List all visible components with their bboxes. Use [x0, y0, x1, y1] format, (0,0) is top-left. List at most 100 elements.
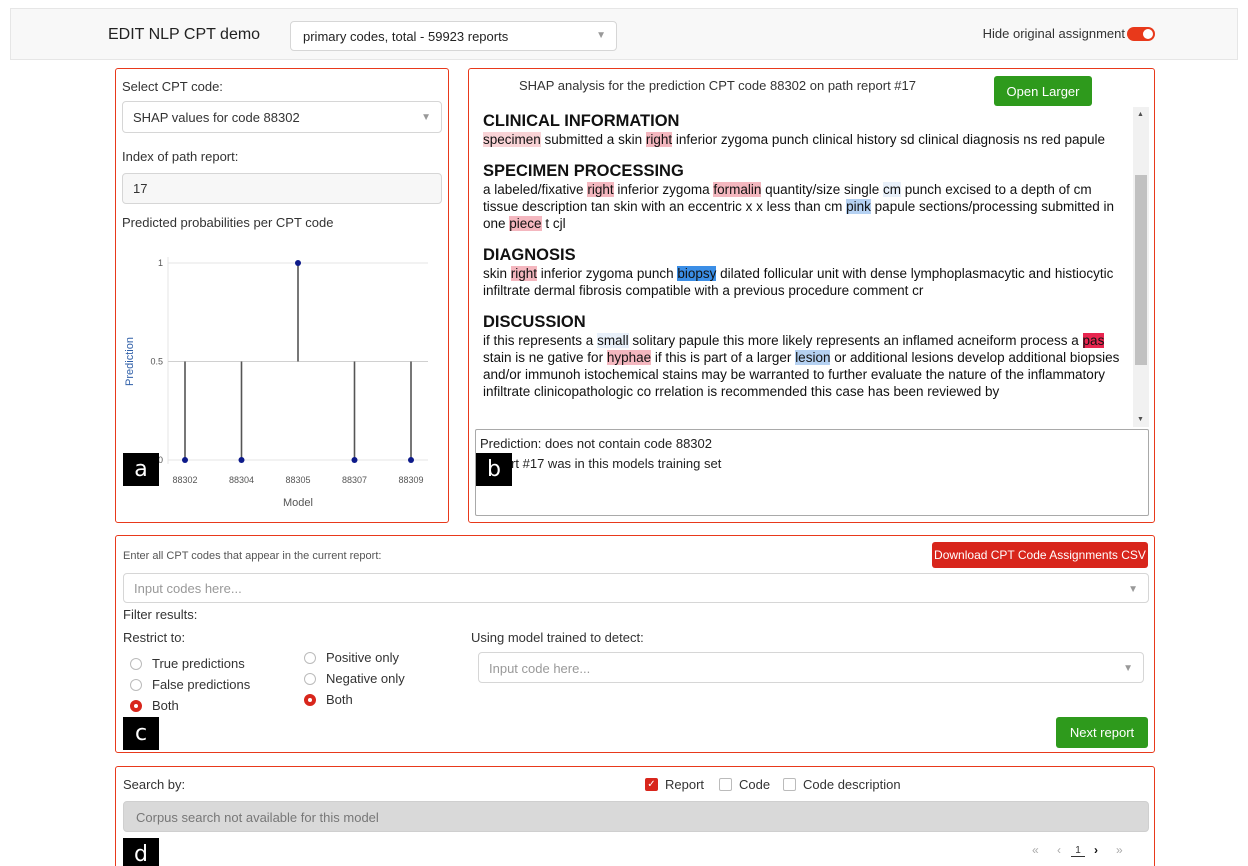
- panel-tag-b: b: [476, 453, 512, 486]
- open-larger-button[interactable]: Open Larger: [994, 76, 1092, 106]
- report-index-label: Index of path report:: [122, 149, 239, 164]
- radio-circle-selected: [130, 699, 142, 712]
- point-88307: [351, 457, 358, 463]
- radio-circle: [130, 678, 142, 691]
- checkbox-label: Report: [665, 777, 705, 792]
- page-number[interactable]: 1: [1071, 845, 1085, 857]
- codes-label: Enter all CPT codes that appear in the c…: [123, 550, 382, 562]
- radio-label: False predictions: [152, 677, 251, 692]
- checkbox-code-description[interactable]: Code description: [783, 777, 901, 792]
- radio-circle: [130, 657, 142, 670]
- section-heading-diagnosis: DIAGNOSIS: [483, 246, 576, 264]
- discussion-text: if this represents a small solitary papu…: [483, 333, 1120, 399]
- point-88305: [295, 260, 301, 266]
- report-text: CLINICAL INFORMATION specimen submitted …: [483, 111, 1128, 423]
- download-csv-button[interactable]: Download CPT Code Assignments CSV: [932, 542, 1148, 568]
- dataset-select[interactable]: primary codes, total - 59923 reports ▼: [290, 21, 617, 51]
- scroll-up-icon[interactable]: ▲: [1137, 111, 1144, 118]
- scroll-thumb[interactable]: [1135, 175, 1147, 365]
- x-tick-label: 88304: [229, 475, 254, 485]
- clinical-text: specimen submitted a skin right inferior…: [483, 132, 1106, 147]
- panel-tag-c: c: [123, 717, 159, 750]
- shap-analysis-panel: SHAP analysis for the prediction CPT cod…: [468, 68, 1155, 523]
- filter-panel: Enter all CPT codes that appear in the c…: [115, 535, 1155, 753]
- radio-negative-only[interactable]: Negative only: [304, 671, 405, 686]
- panel-tag-a: a: [123, 453, 159, 486]
- radio-label: True predictions: [152, 656, 245, 671]
- model-code-input[interactable]: Input code here... ▼: [478, 652, 1144, 683]
- radio-label: Both: [152, 698, 179, 713]
- checkbox-label: Code: [739, 777, 771, 792]
- x-axis-label: Model: [283, 497, 313, 509]
- next-page-icon[interactable]: ›: [1094, 843, 1098, 857]
- chevron-down-icon: ▼: [421, 112, 431, 123]
- processing-text: a labeled/fixative right inferior zygoma…: [483, 182, 1115, 231]
- next-report-button[interactable]: Next report: [1056, 717, 1148, 748]
- model-label: Using model trained to detect:: [471, 630, 644, 645]
- cpt-code-select-value: SHAP values for code 88302: [133, 110, 300, 125]
- model-code-placeholder: Input code here...: [489, 661, 591, 676]
- navbar: EDIT NLP CPT demo primary codes, total -…: [10, 8, 1238, 60]
- prev-page-icon[interactable]: ‹: [1057, 843, 1061, 857]
- toggle-knob: [1143, 29, 1153, 39]
- check-icon: ✓: [645, 778, 658, 791]
- x-tick-label: 88305: [285, 475, 310, 485]
- checkbox-code[interactable]: Code: [719, 777, 770, 792]
- search-panel: Search by: ✓ Report Code Code description…: [115, 766, 1155, 866]
- app-title: EDIT NLP CPT demo: [108, 26, 261, 43]
- report-index-input[interactable]: 17: [122, 173, 442, 204]
- section-heading-clinical: CLINICAL INFORMATION: [483, 112, 680, 130]
- hide-original-label: Hide original assignment: [982, 26, 1125, 41]
- radio-circle-selected: [304, 693, 316, 706]
- hide-original-toggle[interactable]: [1127, 27, 1155, 41]
- prediction-line: Prediction: does not contain code 88302: [480, 436, 713, 451]
- first-page-icon[interactable]: «: [1032, 843, 1039, 857]
- checkbox-report[interactable]: ✓ Report: [645, 777, 704, 792]
- diagnosis-text: skin right inferior zygoma punch biopsy …: [483, 266, 1114, 298]
- x-tick-label: 88309: [398, 475, 423, 485]
- y-axis-label: Prediction: [124, 337, 136, 386]
- radio-true-predictions[interactable]: True predictions: [130, 656, 245, 671]
- scroll-down-icon[interactable]: ▼: [1137, 416, 1144, 423]
- point-88304: [238, 457, 245, 463]
- cpt-selection-panel: Select CPT code: SHAP values for code 88…: [115, 68, 449, 523]
- cpt-code-select[interactable]: SHAP values for code 88302 ▼: [122, 101, 442, 133]
- radio-label: Both: [326, 692, 353, 707]
- checkbox-label: Code description: [803, 777, 901, 792]
- filter-label: Filter results:: [123, 607, 198, 622]
- radio-positive-only[interactable]: Positive only: [304, 650, 399, 665]
- corpus-search-input: Corpus search not available for this mod…: [123, 801, 1149, 832]
- radio-label: Positive only: [326, 650, 399, 665]
- codes-input[interactable]: Input codes here... ▼: [123, 573, 1149, 603]
- checkbox-box: [719, 778, 732, 791]
- last-page-icon[interactable]: »: [1116, 843, 1123, 857]
- section-heading-discussion: DISCUSSION: [483, 313, 586, 331]
- prediction-output[interactable]: Prediction: does not contain code 88302 …: [475, 429, 1149, 516]
- chevron-down-icon: ▼: [1123, 663, 1133, 674]
- y-tick-label: 1: [158, 258, 163, 268]
- training-line: Report #17 was in this models training s…: [480, 456, 722, 471]
- search-by-label: Search by:: [123, 777, 186, 792]
- dataset-select-value: primary codes, total - 59923 reports: [303, 29, 509, 44]
- radio-circle: [304, 672, 316, 685]
- prediction-chart: 00.5188302 88304 88305 88307 88309ModelPredi…: [124, 257, 428, 509]
- shap-title: SHAP analysis for the prediction CPT cod…: [519, 78, 916, 93]
- radio-both-sign[interactable]: Both: [304, 692, 353, 707]
- point-88309: [408, 457, 414, 463]
- radio-label: Negative only: [326, 671, 405, 686]
- radio-both-predictions[interactable]: Both: [130, 698, 179, 713]
- codes-input-placeholder: Input codes here...: [134, 581, 242, 596]
- report-scrollbar[interactable]: ▲ ▼: [1133, 107, 1149, 427]
- y-tick-label: 0.5: [150, 357, 163, 367]
- radio-circle: [304, 651, 316, 664]
- chevron-down-icon: ▼: [1128, 584, 1138, 595]
- x-tick-label: 88307: [342, 475, 367, 485]
- restrict-label: Restrict to:: [123, 630, 186, 645]
- point-88302: [182, 457, 188, 463]
- chart-heading: Predicted probabilities per CPT code: [122, 215, 334, 230]
- radio-false-predictions[interactable]: False predictions: [130, 677, 250, 692]
- panel-tag-d: d: [123, 838, 159, 866]
- chevron-down-icon: ▼: [596, 30, 606, 41]
- cpt-code-label: Select CPT code:: [122, 79, 223, 94]
- section-heading-processing: SPECIMEN PROCESSING: [483, 162, 684, 180]
